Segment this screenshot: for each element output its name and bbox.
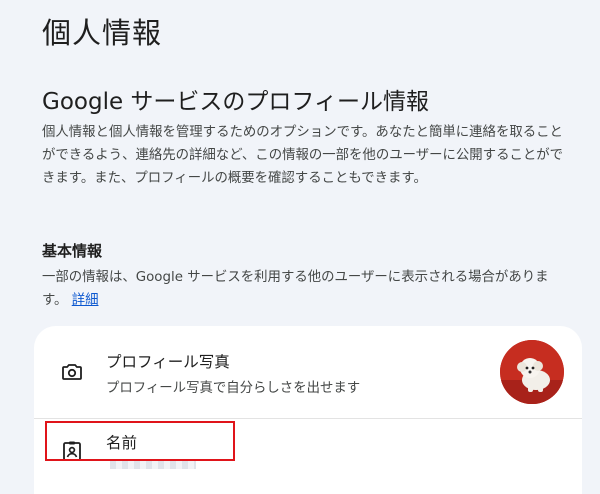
details-link[interactable]: 詳細 [72,293,99,308]
camera-icon [60,360,84,384]
profile-photo-description: プロフィール写真で自分らしさを出せます [106,381,361,396]
highlight-box [45,421,235,461]
profile-section-description: 個人情報と個人情報を管理するためのオプションです。あなたと簡単に連絡を取ることが… [42,125,564,186]
basic-info-description-text: 一部の情報は、Google サービスを利用する他のユーザーに表示される場合があり… [42,270,549,308]
page-title: 個人情報 [42,16,163,50]
personal-info-page: 個人情報 Google サービスのプロフィール情報 個人情報と個人情報を管理する… [0,0,600,494]
profile-photo-row[interactable]: プロフィール写真 プロフィール写真で自分らしさを出せます [34,326,582,416]
profile-photo-label: プロフィール写真 [106,353,230,371]
basic-info-title: 基本情報 [42,242,103,260]
profile-section-title: Google サービスのプロフィール情報 [42,89,429,115]
basic-info-card: プロフィール写真 プロフィール写真で自分らしさを出せます 名前 [34,326,582,494]
basic-info-description: 一部の情報は、Google サービスを利用する他のユーザーに表示される場合があり… [42,266,572,312]
avatar[interactable] [500,340,564,404]
